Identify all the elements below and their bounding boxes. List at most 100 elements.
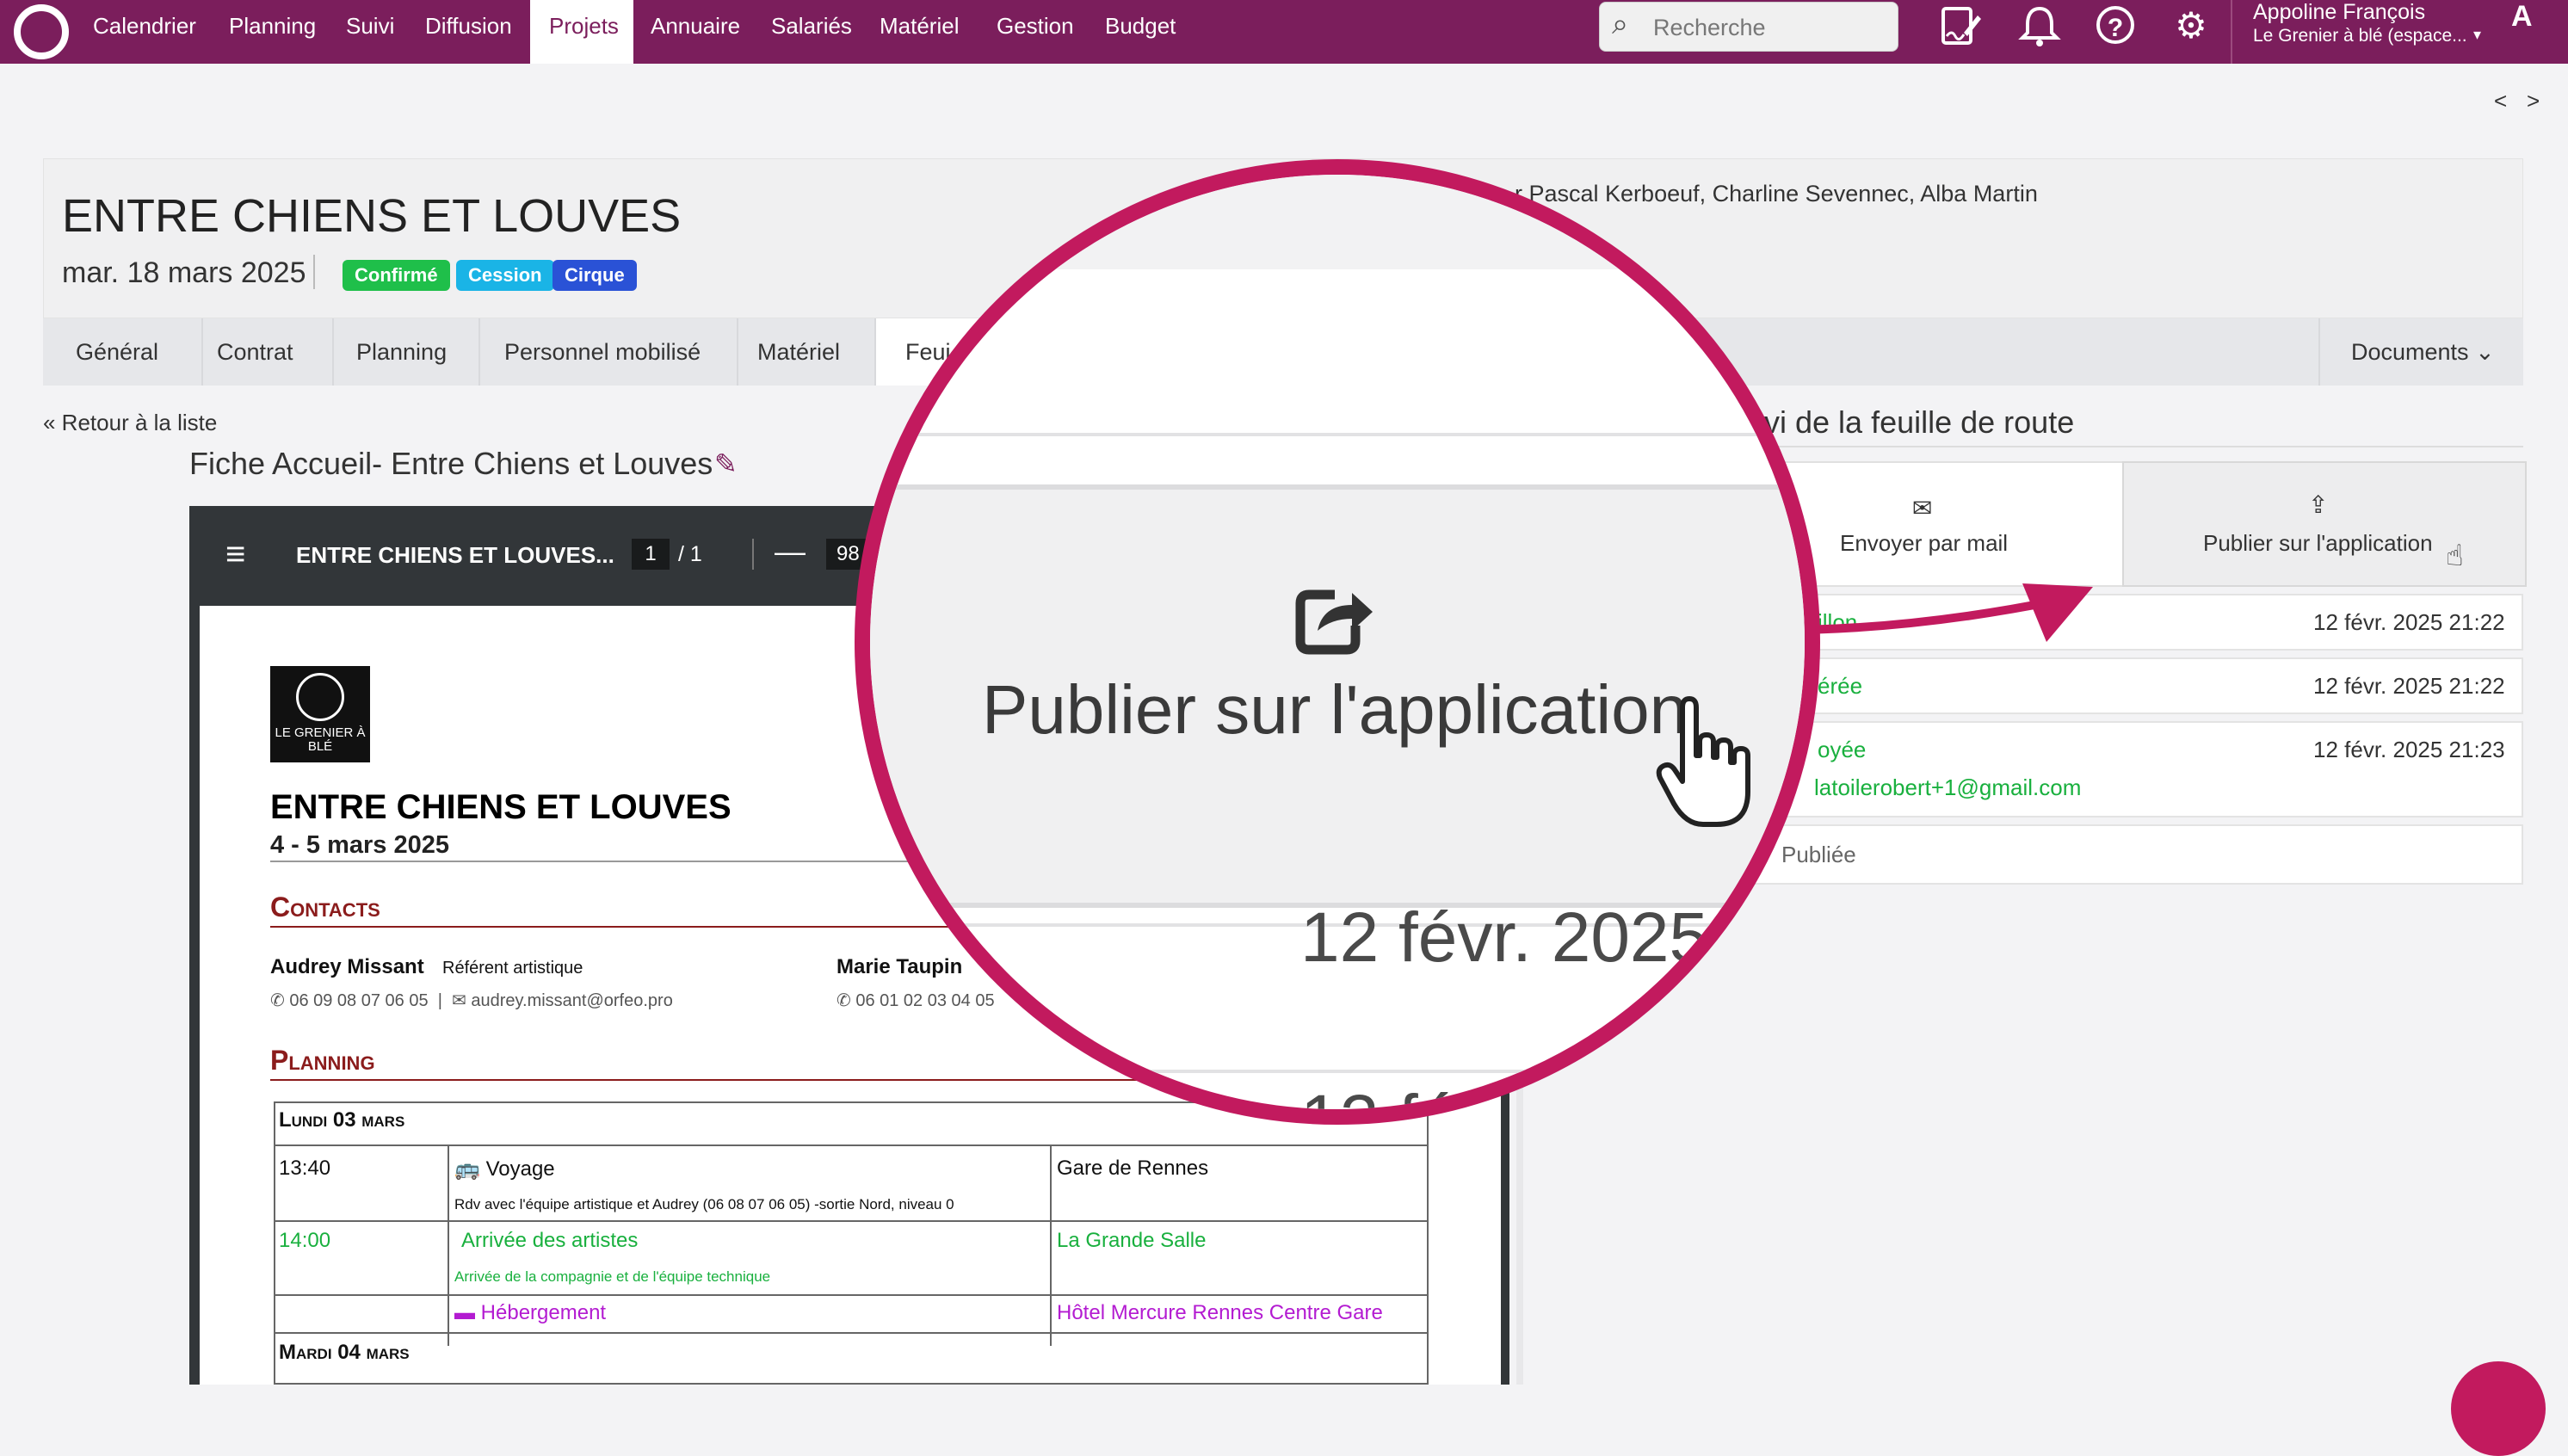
row-title: ▬ Hébergement — [454, 1301, 607, 1324]
row-title: Arrivée des artistes — [461, 1229, 639, 1252]
row-place: La Grande Salle — [1057, 1229, 1207, 1252]
day-header: Mardi 04 mars — [279, 1341, 410, 1364]
phone-icon: ✆ — [836, 991, 856, 1010]
status-badge-cirque: Cirque — [552, 260, 637, 291]
tab-planning[interactable]: Planning — [334, 318, 480, 386]
contact-details: ✆ 06 01 02 03 04 05 — [836, 991, 995, 1010]
hand-cursor-icon — [1656, 696, 1750, 827]
table-rule — [448, 1144, 449, 1346]
tab-general[interactable]: Général — [43, 318, 203, 386]
nav-item-materiel[interactable]: Matériel — [880, 0, 959, 64]
pdf-heading: ENTRE CHIENS ET LOUVES — [270, 788, 732, 826]
magnified-log-date: 12 févr. 2025 2 — [1300, 898, 1768, 977]
tab-materiel[interactable]: Matériel — [738, 318, 876, 386]
log-status: érée — [1818, 673, 1863, 699]
pdf-page-input[interactable]: 1 — [632, 539, 670, 570]
publish-to-app-button[interactable]: ⇪ Publier sur l'application ☝ — [2122, 461, 2527, 587]
planning-section-title: Planning — [270, 1045, 375, 1076]
row-time: 13:40 — [279, 1157, 331, 1180]
documents-label: Documents — [2351, 339, 2469, 365]
pdf-file-name: ENTRE CHIENS ET LOUVES... — [296, 542, 614, 568]
nav-divider — [2231, 0, 2232, 64]
send-by-mail-label: Envoyer par mail — [1840, 530, 2009, 556]
log-status: oyée — [1818, 737, 1867, 762]
pointer-arrow — [1777, 583, 2093, 642]
contact-name: Audrey Missant — [270, 955, 424, 978]
divider — [870, 1070, 1805, 1073]
status-badge-cession: Cession — [456, 260, 554, 291]
nav-item-planning[interactable]: Planning — [229, 0, 316, 64]
nav-item-diffusion[interactable]: Diffusion — [425, 0, 512, 64]
phone-icon: ✆ — [270, 991, 290, 1010]
bus-icon: 🚌 — [454, 1157, 486, 1181]
table-rule — [274, 1220, 1429, 1222]
row-time: 14:00 — [279, 1229, 331, 1252]
nav-item-budget[interactable]: Budget — [1105, 0, 1176, 64]
chevron-down-icon[interactable]: ▾ — [2473, 26, 2481, 44]
share-icon: ⇪ — [2308, 491, 2329, 518]
pdf-page-total: / 1 — [678, 542, 702, 566]
table-rule — [274, 1332, 1429, 1334]
gear-icon[interactable]: ⚙ — [2169, 3, 2213, 48]
project-date: mar. 18 mars 2025 — [62, 256, 306, 289]
zoom-out-button[interactable]: — — [775, 534, 806, 570]
pencil-icon[interactable]: ✎ — [714, 447, 738, 480]
contacts-section-title: Contacts — [270, 891, 380, 922]
pdf-dates: 4 - 5 mars 2025 — [270, 831, 449, 859]
menu-icon[interactable]: ≡ — [225, 535, 245, 574]
divider — [313, 255, 315, 289]
nav-item-projets[interactable]: Projets — [530, 0, 633, 64]
log-recipient: latoilerobert+1@gmail.com — [1814, 774, 2082, 800]
search-icon: ⌕ — [1612, 8, 1629, 40]
log-date: 12 févr. 2025 21:22 — [2313, 609, 2505, 635]
magnified-publish-label: Publier sur l'application — [982, 671, 1688, 748]
tab-contrat[interactable]: Contrat — [203, 318, 334, 386]
hand-cursor-icon: ☝ — [2446, 540, 2464, 572]
nav-item-suivi[interactable]: Suivi — [346, 0, 394, 64]
magnified-header — [870, 175, 1805, 269]
back-to-list-link[interactable]: « Retour à la liste — [43, 410, 217, 436]
help-icon[interactable]: ? — [2096, 6, 2134, 44]
roadmap-tracking-title: vi de la feuille de route — [1764, 404, 2075, 440]
user-avatar[interactable]: A — [2511, 0, 2533, 34]
tab-personnel-mobilise[interactable]: Personnel mobilisé — [480, 318, 738, 386]
log-date: 12 févr. 2025 21:22 — [2313, 673, 2505, 699]
table-rule — [1050, 1144, 1052, 1346]
day-header: Lundi 03 mars — [279, 1108, 405, 1132]
documents-dropdown[interactable]: Documents ⌄ — [2318, 318, 2523, 386]
share-icon — [1295, 589, 1373, 655]
help-chat-bubble[interactable] — [2451, 1361, 2546, 1456]
search-input[interactable]: ⌕ Recherche — [1599, 2, 1898, 52]
signature-icon[interactable] — [1938, 3, 1983, 48]
table-rule — [274, 1294, 1429, 1296]
previous-project-button[interactable]: < — [2494, 88, 2507, 114]
log-date: 12 févr. 2025 21:23 — [2313, 737, 2505, 762]
nav-item-annuaire[interactable]: Annuaire — [651, 0, 740, 64]
next-project-button[interactable]: > — [2527, 88, 2540, 114]
nav-item-salaries[interactable]: Salariés — [771, 0, 852, 64]
contact-role: Référent artistique — [442, 959, 583, 978]
row-place: Hôtel Mercure Rennes Centre Gare — [1057, 1301, 1383, 1324]
envelope-icon: ✉ — [452, 991, 472, 1010]
nav-item-gestion[interactable]: Gestion — [997, 0, 1074, 64]
publish-to-app-label: Publier sur l'application — [2203, 530, 2433, 556]
divider — [870, 484, 1805, 490]
envelope-icon: ✉ — [1912, 495, 1933, 521]
user-organization[interactable]: Le Grenier à blé (espace... — [2253, 26, 2467, 46]
nav-item-calendrier[interactable]: Calendrier — [93, 0, 196, 64]
logo-text: LE GRENIER À BLÉ — [275, 725, 366, 754]
row-detail: Arrivée de la compagnie et de l'équipe t… — [454, 1268, 771, 1285]
bell-icon[interactable] — [2017, 3, 2062, 48]
contact-name: Marie Taupin — [836, 955, 963, 978]
app-logo[interactable] — [14, 4, 69, 59]
user-name[interactable]: Appoline François — [2253, 0, 2425, 25]
row-place: Gare de Rennes — [1057, 1157, 1209, 1180]
row-title: 🚌 Voyage — [454, 1157, 555, 1181]
wheat-emblem-icon — [296, 673, 344, 721]
magnifier-callout: Publier sur l'application 12 févr. 2025 … — [855, 159, 1820, 1125]
contact-details: ✆ 06 09 08 07 06 05 | ✉ audrey.missant@o… — [270, 991, 673, 1010]
row-detail: Rdv avec l'équipe artistique et Audrey (… — [454, 1196, 954, 1212]
document-title: Fiche Accueil- Entre Chiens et Louves — [189, 446, 713, 481]
search-placeholder: Recherche — [1653, 15, 1766, 40]
status-badge-confirme: Confirmé — [343, 260, 450, 291]
